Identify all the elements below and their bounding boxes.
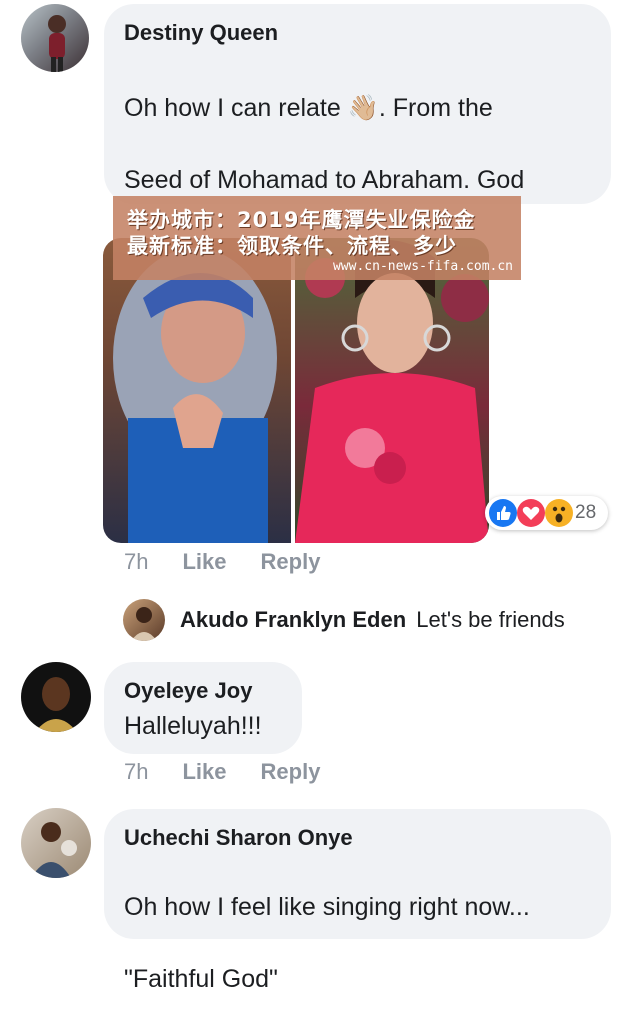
comment-timestamp[interactable]: 7h [124, 549, 148, 574]
avatar-uchechi-sharon-onye[interactable] [21, 808, 91, 878]
reply-author-name[interactable]: Akudo Franklyn Eden [180, 607, 406, 632]
photo-left-woman-hijab [103, 238, 291, 543]
reply-button[interactable]: Reply [261, 759, 321, 784]
reactions-summary[interactable]: 28 [485, 496, 608, 530]
watermark-url: www.cn-news-fifa.com.cn [332, 259, 513, 274]
reply-button[interactable]: Reply [261, 549, 321, 574]
comment-text: Oh how I feel like singing right now... … [124, 853, 604, 1033]
comment-text-line: Seed of Mohamad to Abraham. God [124, 166, 525, 194]
love-reaction-icon [517, 499, 545, 527]
comment-bubble-uchechi-sharon-onye: Uchechi Sharon Onye Oh how I feel like s… [104, 809, 611, 993]
wow-reaction-icon [545, 499, 573, 527]
photo-right-woman-pink [295, 238, 489, 543]
comment-text: Halleluyah!!! [124, 712, 262, 740]
comment-text-line: Oh how I feel like singing right now... [124, 893, 530, 921]
comment-author-name[interactable]: Oyeleye Joy [124, 678, 252, 704]
comment-author-name[interactable]: Uchechi Sharon Onye [124, 825, 353, 851]
reply-text: Let's be friends [416, 607, 565, 632]
comment-actions: 7h Like Reply [124, 759, 354, 785]
comment-actions: 7h Like Reply [124, 549, 354, 575]
reply-row: Akudo Franklyn Eden Let's be friends [180, 607, 565, 633]
reaction-count: 28 [575, 502, 597, 523]
avatar-akudo-franklyn-eden[interactable] [123, 599, 165, 641]
like-button[interactable]: Like [182, 759, 226, 784]
watermark-line-2: 最新标准：领取条件、流程、多少 [127, 234, 457, 258]
comment-timestamp[interactable]: 7h [124, 759, 148, 784]
like-button[interactable]: Like [182, 549, 226, 574]
comment-bubble-destiny-queen: Destiny Queen Oh how I can relate 👋🏼. Fr… [104, 4, 611, 338]
comment-bubble-oyeleye-joy: Oyeleye Joy Halleluyah!!! [104, 662, 302, 754]
comment-photo-attachment[interactable] [103, 238, 489, 543]
comment-text-line: "Faithful God" [124, 965, 278, 993]
comment-author-name[interactable]: Destiny Queen [124, 20, 278, 46]
avatar-destiny-queen[interactable] [21, 4, 89, 72]
avatar-oyeleye-joy[interactable] [21, 662, 91, 732]
like-reaction-icon [489, 499, 517, 527]
comment-text-line: Oh how I can relate 👋🏼. From the [124, 94, 493, 122]
watermark-banner: 举办城市：2019年鹰潭失业保险金 最新标准：领取条件、流程、多少 www.cn… [113, 196, 521, 280]
